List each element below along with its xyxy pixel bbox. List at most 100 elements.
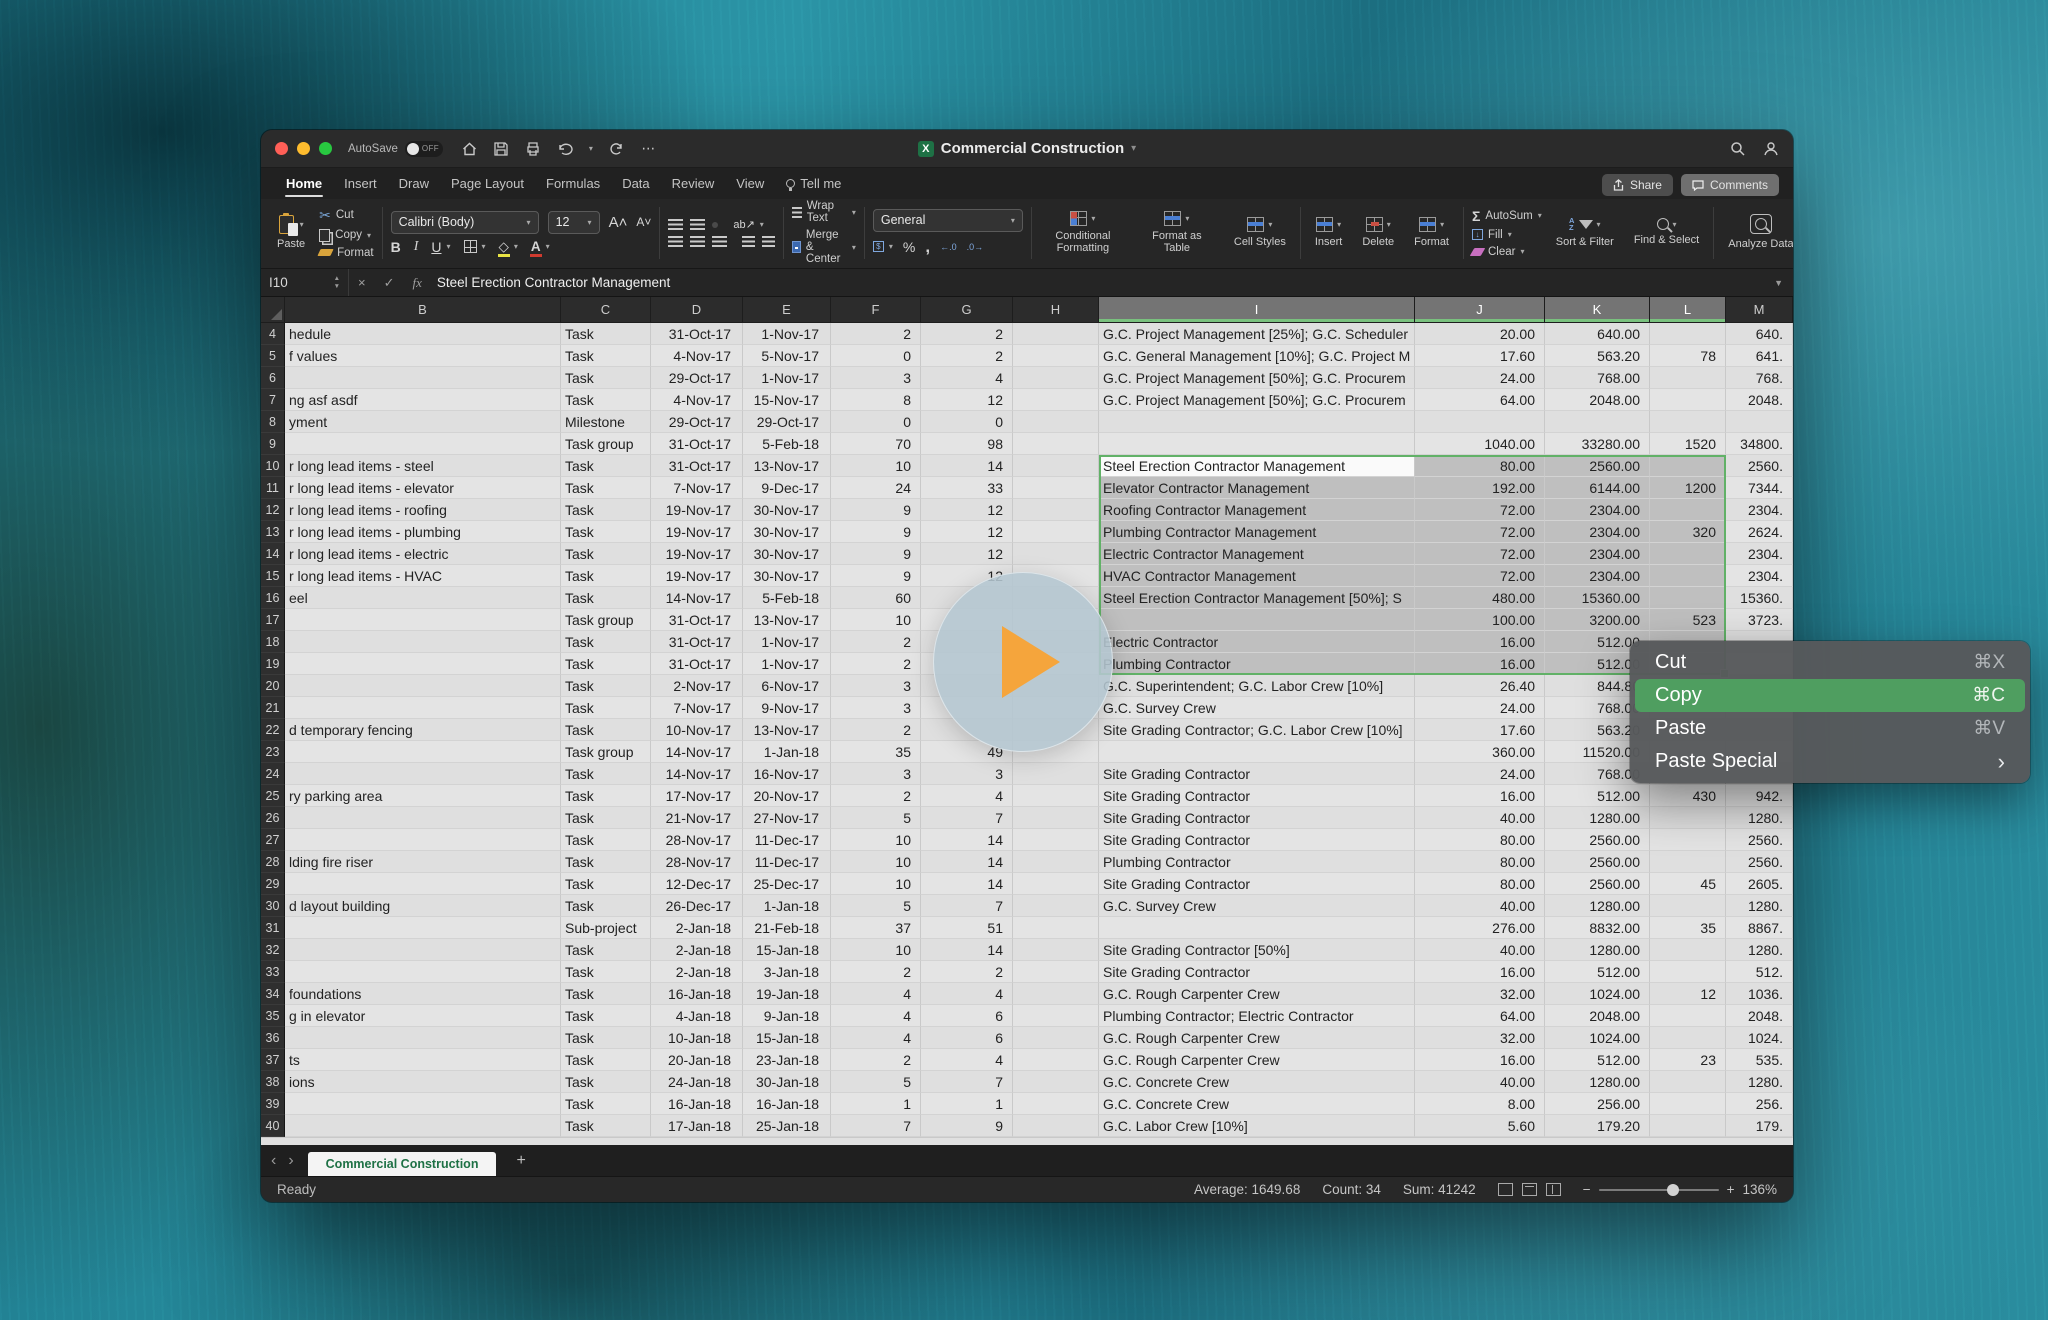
cell-H25[interactable] [1013,785,1099,807]
percent-style-button[interactable]: % [903,239,915,255]
italic-button[interactable]: I [414,239,419,255]
cell-I33[interactable]: Site Grading Contractor [1099,961,1415,983]
column-header-c[interactable]: C [561,297,651,323]
cell-J36[interactable]: 32.00 [1415,1027,1545,1049]
cell-H32[interactable] [1013,939,1099,961]
tab-page-layout[interactable]: Page Layout [440,170,535,199]
cell-K38[interactable]: 1280.00 [1545,1071,1650,1093]
find-select-button[interactable]: ▾ Find & Select [1628,216,1705,248]
cell-J40[interactable]: 5.60 [1415,1115,1545,1137]
cell-L32[interactable] [1650,939,1726,961]
cell-F31[interactable]: 37 [831,917,921,939]
cell-K26[interactable]: 1280.00 [1545,807,1650,829]
row-header-8[interactable]: 8 [261,411,285,433]
cell-G35[interactable]: 6 [921,1005,1013,1027]
cell-C32[interactable]: Task [561,939,651,961]
cell-H24[interactable] [1013,763,1099,785]
cell-J21[interactable]: 24.00 [1415,697,1545,719]
formula-content[interactable]: Steel Erection Contractor Management [431,275,670,290]
cell-L15[interactable] [1650,565,1726,587]
cancel-entry-icon[interactable]: × [349,275,375,290]
cell-E26[interactable]: 27-Nov-17 [743,807,831,829]
cell-D19[interactable]: 31-Oct-17 [651,653,743,675]
paste-button[interactable]: ▾ Paste [271,213,311,252]
cell-B33[interactable] [285,961,561,983]
increase-decimal-icon[interactable]: ←.0 [940,242,957,252]
cell-M27[interactable]: 2560. [1726,829,1793,851]
cell-B23[interactable] [285,741,561,763]
cell-L13[interactable]: 320 [1650,521,1726,543]
cell-G8[interactable]: 0 [921,411,1013,433]
cell-K17[interactable]: 3200.00 [1545,609,1650,631]
cell-M35[interactable]: 2048. [1726,1005,1793,1027]
cell-J5[interactable]: 17.60 [1415,345,1545,367]
column-header-j[interactable]: J [1415,297,1545,323]
cell-B27[interactable] [285,829,561,851]
cell-L27[interactable] [1650,829,1726,851]
add-sheet-button[interactable]: + [510,1152,531,1170]
cell-H7[interactable] [1013,389,1099,411]
formula-bar-expand-icon[interactable]: ▼ [1774,278,1793,288]
cell-I9[interactable] [1099,433,1415,455]
cell-F26[interactable]: 5 [831,807,921,829]
cell-M14[interactable]: 2304. [1726,543,1793,565]
cell-F38[interactable]: 5 [831,1071,921,1093]
cell-F39[interactable]: 1 [831,1093,921,1115]
cell-D13[interactable]: 19-Nov-17 [651,521,743,543]
row-header-38[interactable]: 38 [261,1071,285,1093]
cell-H39[interactable] [1013,1093,1099,1115]
cell-C28[interactable]: Task [561,851,651,873]
cell-D16[interactable]: 14-Nov-17 [651,587,743,609]
cell-F13[interactable]: 9 [831,521,921,543]
cell-B8[interactable]: yment [285,411,561,433]
cell-J22[interactable]: 17.60 [1415,719,1545,741]
number-format-select[interactable]: General▾ [873,209,1023,232]
cell-D27[interactable]: 28-Nov-17 [651,829,743,851]
cell-I18[interactable]: Electric Contractor [1099,631,1415,653]
row-header-5[interactable]: 5 [261,345,285,367]
cell-D37[interactable]: 20-Jan-18 [651,1049,743,1071]
row-header-15[interactable]: 15 [261,565,285,587]
cell-B11[interactable]: r long lead items - elevator [285,477,561,499]
cell-K27[interactable]: 2560.00 [1545,829,1650,851]
name-box[interactable]: I10 ▲▼ [261,269,349,296]
cell-B6[interactable] [285,367,561,389]
cell-C18[interactable]: Task [561,631,651,653]
cell-K7[interactable]: 2048.00 [1545,389,1650,411]
row-header-33[interactable]: 33 [261,961,285,983]
cell-B35[interactable]: g in elevator [285,1005,561,1027]
cell-L30[interactable] [1650,895,1726,917]
cell-M5[interactable]: 641. [1726,345,1793,367]
cell-C38[interactable]: Task [561,1071,651,1093]
cell-H29[interactable] [1013,873,1099,895]
row-header-28[interactable]: 28 [261,851,285,873]
cell-H28[interactable] [1013,851,1099,873]
context-menu-item-cut[interactable]: Cut⌘X [1635,646,2025,679]
cell-B38[interactable]: ions [285,1071,561,1093]
cell-K6[interactable]: 768.00 [1545,367,1650,389]
cell-E23[interactable]: 1-Jan-18 [743,741,831,763]
cell-F8[interactable]: 0 [831,411,921,433]
cell-B16[interactable]: eel [285,587,561,609]
zoom-in-button[interactable]: + [1727,1182,1735,1197]
column-header-k[interactable]: K [1545,297,1650,323]
cell-H36[interactable] [1013,1027,1099,1049]
cell-K9[interactable]: 33280.00 [1545,433,1650,455]
cell-B14[interactable]: r long lead items - electric [285,543,561,565]
cell-K39[interactable]: 256.00 [1545,1093,1650,1115]
cell-C19[interactable]: Task [561,653,651,675]
cell-B17[interactable] [285,609,561,631]
comma-style-button[interactable]: , [925,237,930,257]
cell-F19[interactable]: 2 [831,653,921,675]
cell-L8[interactable] [1650,411,1726,433]
align-middle-icon[interactable] [690,219,705,230]
cell-I25[interactable]: Site Grading Contractor [1099,785,1415,807]
cell-I30[interactable]: G.C. Survey Crew [1099,895,1415,917]
cell-D21[interactable]: 7-Nov-17 [651,697,743,719]
share-button[interactable]: Share [1602,174,1673,196]
cell-F27[interactable]: 10 [831,829,921,851]
row-header-21[interactable]: 21 [261,697,285,719]
cell-I26[interactable]: Site Grading Contractor [1099,807,1415,829]
tab-view[interactable]: View [725,170,775,199]
cell-F14[interactable]: 9 [831,543,921,565]
